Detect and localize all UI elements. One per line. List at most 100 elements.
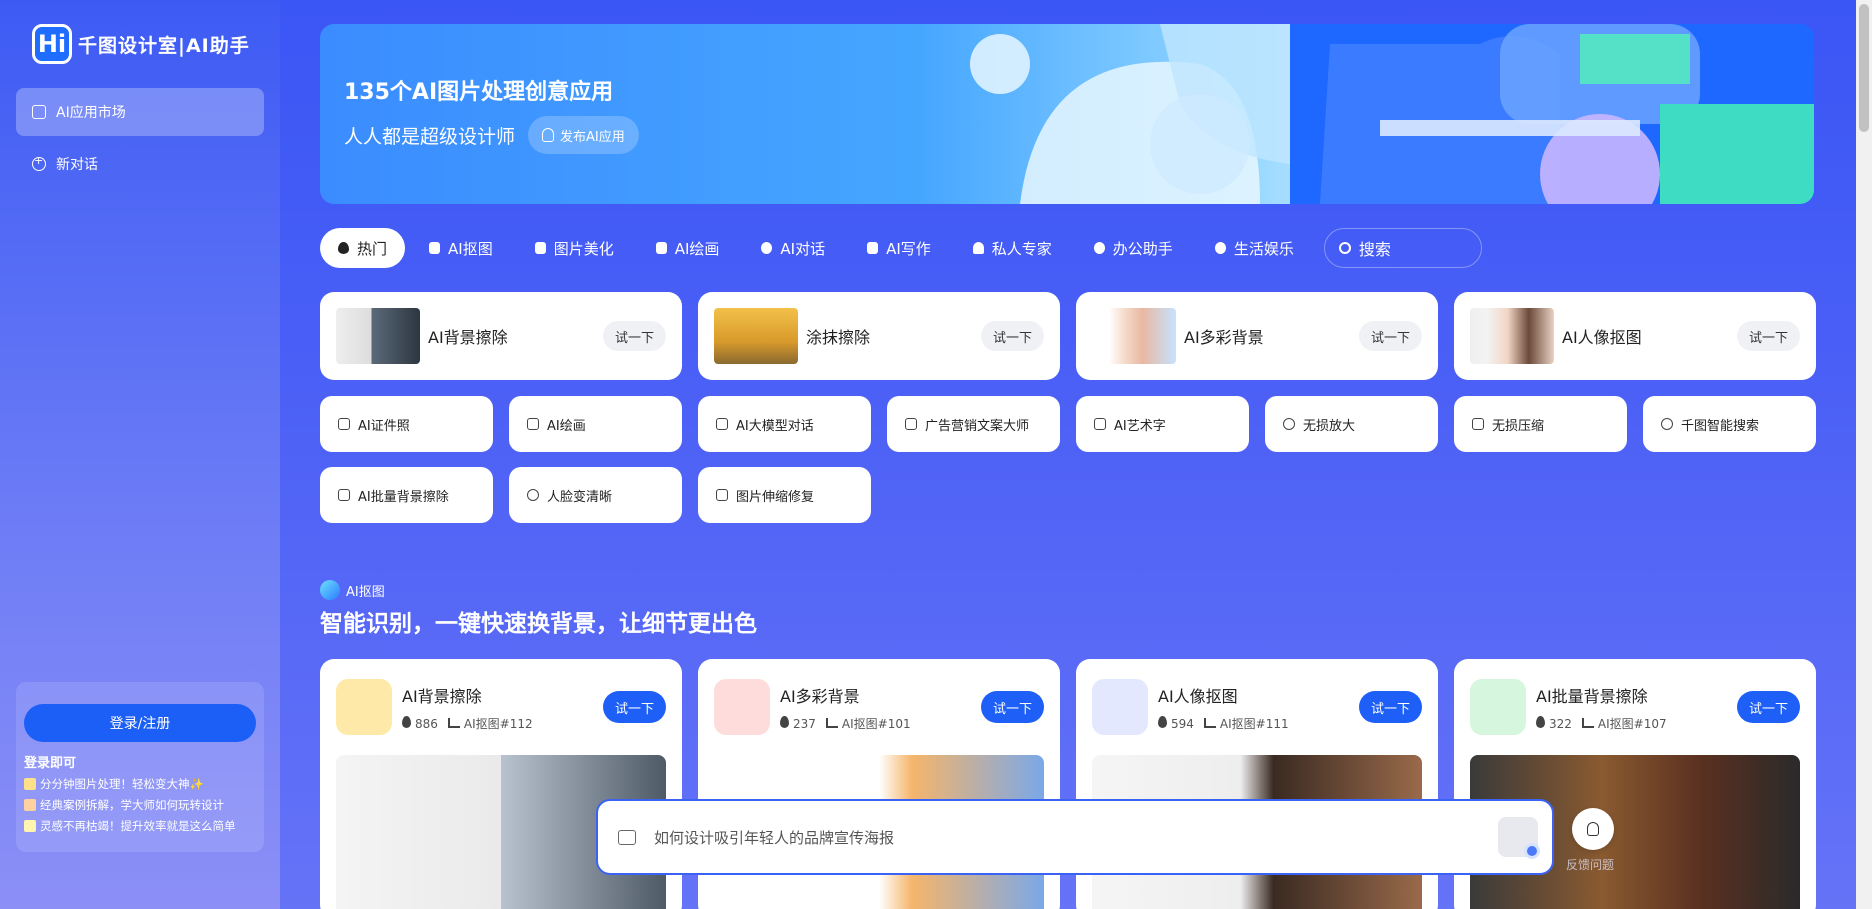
- featured-app-card[interactable]: AI多彩背景 试一下: [1076, 292, 1438, 380]
- promo-line: 经典案例拆解，学大师如何玩转设计: [24, 797, 256, 813]
- featured-app-card[interactable]: 涂抹擦除 试一下: [698, 292, 1060, 380]
- login-register-button[interactable]: 登录/注册: [24, 704, 256, 742]
- tab-ai-writing[interactable]: AI写作: [849, 228, 949, 268]
- tool-card[interactable]: AI证件照: [320, 396, 493, 452]
- fire-icon: [1158, 716, 1167, 728]
- try-button[interactable]: 试一下: [1736, 321, 1800, 351]
- image-emoji-icon: [24, 778, 36, 790]
- try-button[interactable]: 试一下: [1358, 321, 1422, 351]
- user-icon: [972, 242, 984, 254]
- tool-card[interactable]: 广告营销文案大师: [887, 396, 1060, 452]
- tool-card[interactable]: AI大模型对话: [698, 396, 871, 452]
- tool-card[interactable]: 人脸变清晰: [509, 467, 682, 523]
- app-ref: AI抠图#112: [447, 715, 533, 732]
- usage-count: 322: [1536, 716, 1572, 731]
- banner-subtitle: 人人都是超级设计师: [344, 126, 516, 148]
- tab-life-entertainment[interactable]: 生活娱乐: [1197, 228, 1312, 268]
- bulb-emoji-icon: [24, 820, 36, 832]
- tab-ai-painting[interactable]: AI绘画: [638, 228, 738, 268]
- tool-card[interactable]: 千图智能搜索: [1643, 396, 1816, 452]
- banner-title: 135个AI图片处理创意应用: [344, 80, 614, 105]
- book-icon: [867, 242, 879, 254]
- tab-beautify[interactable]: 图片美化: [517, 228, 632, 268]
- usage-count: 237: [780, 716, 816, 731]
- prompt-input[interactable]: 如何设计吸引年轻人的品牌宣传海报: [596, 799, 1554, 875]
- beautify-icon: [534, 242, 546, 254]
- featured-app-card[interactable]: AI背景擦除 试一下: [320, 292, 682, 380]
- send-button[interactable]: [1498, 817, 1540, 859]
- section-tag-label: AI抠图: [346, 584, 385, 600]
- search-icon: [1661, 418, 1673, 430]
- try-button[interactable]: 试一下: [602, 321, 666, 351]
- app-thumbnail: [1092, 308, 1176, 364]
- chart-icon: [1203, 718, 1216, 728]
- image-upload-icon[interactable]: [618, 829, 636, 845]
- bulb-icon: [542, 128, 554, 142]
- app-name: AI背景擦除: [428, 328, 508, 347]
- publish-ai-app-button[interactable]: 发布AI应用: [528, 116, 639, 154]
- try-button[interactable]: 试一下: [1358, 691, 1422, 723]
- chart-icon: [1581, 718, 1594, 728]
- sidebar-item-label: 新对话: [56, 157, 98, 173]
- tab-hot[interactable]: 热门: [320, 228, 406, 268]
- assistant-dot-icon: [1524, 843, 1540, 859]
- resize-icon: [716, 489, 728, 501]
- sidebar: Hi 千图设计室|AI助手 AI应用市场 新对话 登录/注册 登录即可 分分钟图…: [0, 0, 280, 909]
- model-icon: [716, 418, 728, 430]
- try-button[interactable]: 试一下: [602, 691, 666, 723]
- feedback-label: 反馈问题: [1566, 858, 1615, 872]
- featured-app-card[interactable]: AI人像抠图 试一下: [1454, 292, 1816, 380]
- search-input[interactable]: 搜索: [1323, 228, 1482, 268]
- app-icon: [336, 679, 392, 735]
- office-icon: [1093, 242, 1105, 254]
- tab-office-assistant[interactable]: 办公助手: [1076, 228, 1191, 268]
- batch-icon: [338, 489, 350, 501]
- search-icon: [1338, 242, 1351, 254]
- sidebar-item-label: AI应用市场: [56, 105, 126, 121]
- try-button[interactable]: 试一下: [980, 691, 1044, 723]
- scrollbar[interactable]: [1856, 0, 1872, 909]
- fire-icon: [402, 716, 411, 728]
- sidebar-item-new-chat[interactable]: 新对话: [16, 140, 264, 188]
- tool-card[interactable]: 无损压缩: [1454, 396, 1627, 452]
- sidebar-item-app-market[interactable]: AI应用市场: [16, 88, 264, 136]
- app-name: AI多彩背景: [780, 687, 860, 706]
- search-placeholder: 搜索: [1358, 240, 1391, 259]
- id-card-icon: [338, 418, 350, 430]
- scrollbar-thumb[interactable]: [1859, 4, 1869, 132]
- usage-count: 886: [402, 716, 438, 731]
- app-thumbnail: [336, 308, 420, 364]
- app-name: AI多彩背景: [1184, 328, 1264, 347]
- logo[interactable]: Hi 千图设计室|AI助手: [32, 24, 250, 64]
- tab-private-expert[interactable]: 私人专家: [955, 228, 1070, 268]
- tool-card[interactable]: AI批量背景擦除: [320, 467, 493, 523]
- page-root: Hi 千图设计室|AI助手 AI应用市场 新对话 登录/注册 登录即可 分分钟图…: [0, 0, 1872, 909]
- section-tag: AI抠图: [320, 580, 385, 600]
- logo-mark: Hi: [32, 24, 72, 64]
- app-icon: [1092, 679, 1148, 735]
- chat-icon: [761, 242, 773, 254]
- tool-card[interactable]: 图片伸缩修复: [698, 467, 871, 523]
- feedback-button[interactable]: [1572, 808, 1614, 850]
- try-button[interactable]: 试一下: [980, 321, 1044, 351]
- app-name: AI批量背景擦除: [1536, 687, 1648, 706]
- chart-icon: [447, 718, 460, 728]
- tab-ai-chat[interactable]: AI对话: [743, 228, 843, 268]
- tab-ai-cutout[interactable]: AI抠图: [411, 228, 511, 268]
- app-name: AI人像抠图: [1158, 687, 1238, 706]
- fire-icon: [338, 242, 349, 254]
- fire-icon: [1536, 716, 1545, 728]
- try-button[interactable]: 试一下: [1736, 691, 1800, 723]
- tool-card[interactable]: AI绘画: [509, 396, 682, 452]
- section-title: 智能识别，一键快速换背景，让细节更出色: [320, 611, 757, 637]
- cutout-icon: [429, 242, 441, 254]
- tool-card[interactable]: AI艺术字: [1076, 396, 1249, 452]
- marketing-icon: [905, 418, 917, 430]
- hero-banner: 135个AI图片处理创意应用 人人都是超级设计师 发布AI应用: [320, 24, 1814, 204]
- tool-card[interactable]: 无损放大: [1265, 396, 1438, 452]
- smile-icon: [1214, 242, 1226, 254]
- app-thumbnail: [714, 308, 798, 364]
- zoom-in-icon: [1283, 418, 1295, 430]
- usage-count: 594: [1158, 716, 1194, 731]
- banner-decoration: [970, 24, 1814, 204]
